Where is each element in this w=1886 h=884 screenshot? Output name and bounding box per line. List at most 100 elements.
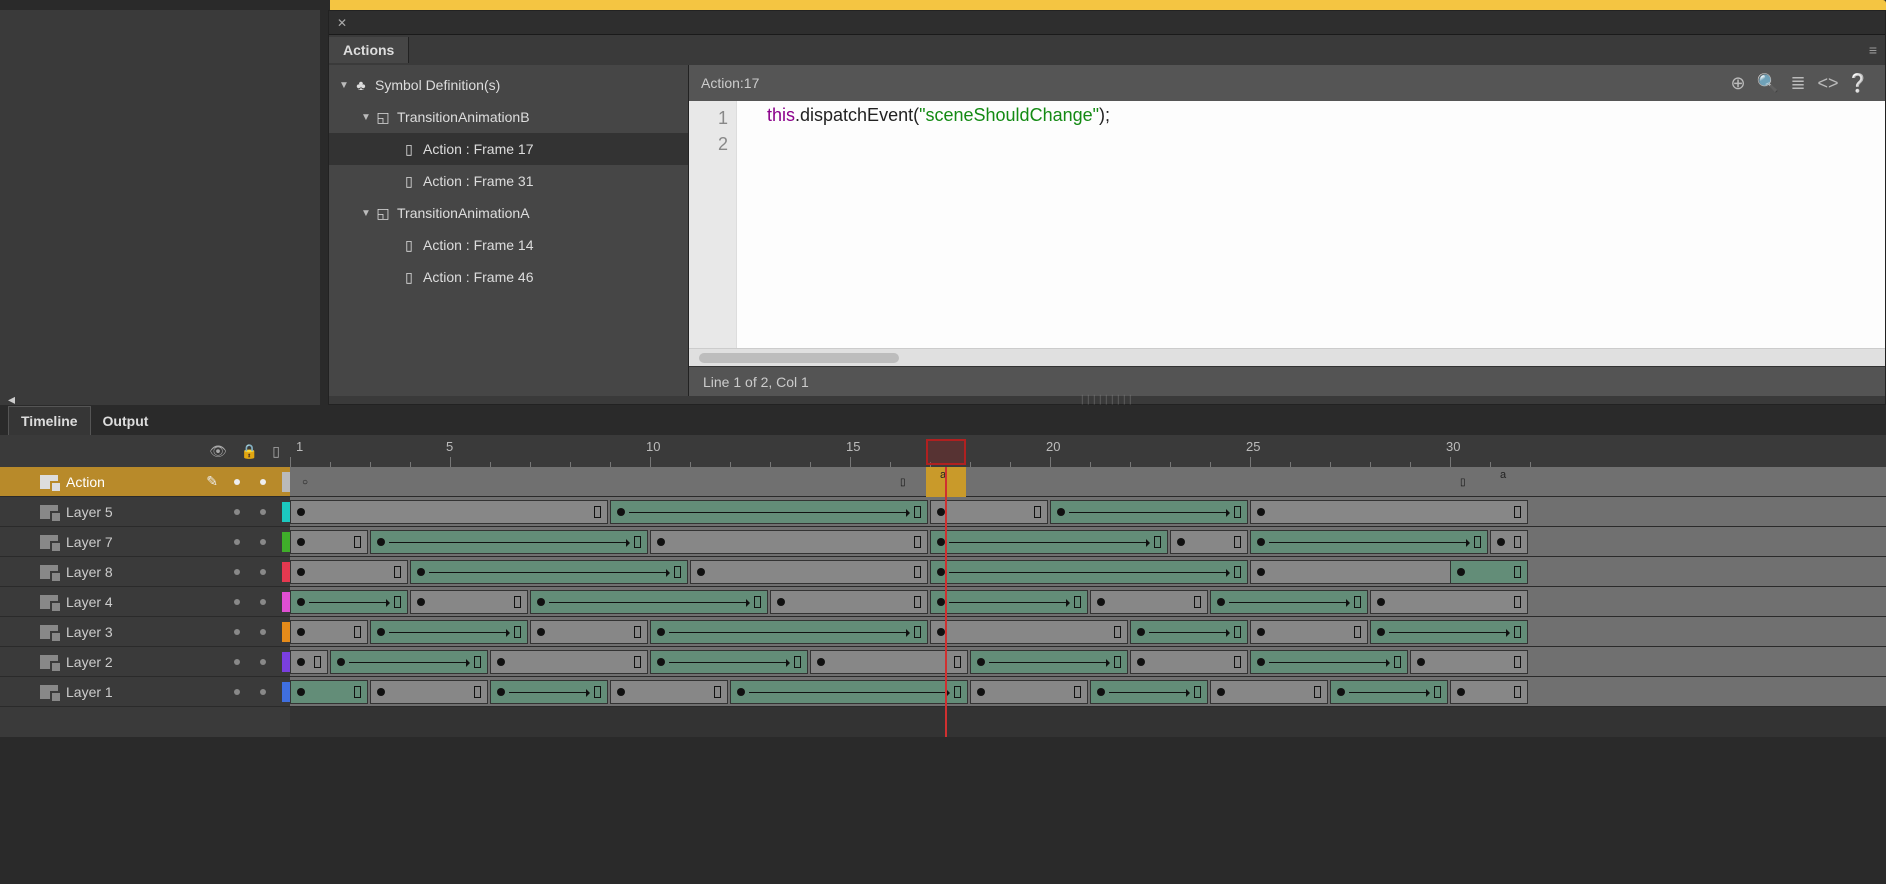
tween-span[interactable]: [1130, 650, 1248, 674]
layer-color-swatch[interactable]: [282, 502, 290, 522]
tween-span[interactable]: [290, 620, 368, 644]
tween-span[interactable]: [770, 590, 928, 614]
lock-dot[interactable]: [260, 479, 266, 485]
tween-span[interactable]: [530, 620, 648, 644]
layer-color-swatch[interactable]: [282, 622, 290, 642]
layer-row[interactable]: Layer 8: [0, 557, 290, 587]
search-icon[interactable]: 🔍: [1753, 73, 1783, 94]
code-editor[interactable]: 1 2 this.dispatchEvent("sceneShouldChang…: [689, 101, 1885, 348]
tween-span[interactable]: [650, 530, 928, 554]
track-row[interactable]: [290, 677, 1886, 707]
layer-color-swatch[interactable]: [282, 562, 290, 582]
tree-leaf-frame14[interactable]: ▯ Action : Frame 14: [329, 229, 688, 261]
visibility-dot[interactable]: [234, 539, 240, 545]
tween-span[interactable]: [970, 650, 1128, 674]
tween-span[interactable]: [1210, 590, 1368, 614]
track-row[interactable]: [290, 557, 1886, 587]
help-icon[interactable]: ❔: [1843, 73, 1873, 94]
tween-span[interactable]: [370, 680, 488, 704]
tween-span[interactable]: [930, 530, 1168, 554]
layer-row[interactable]: Layer 5: [0, 497, 290, 527]
visibility-dot[interactable]: [234, 659, 240, 665]
tab-timeline[interactable]: Timeline: [8, 406, 91, 435]
tree-leaf-frame17[interactable]: ▯ Action : Frame 17: [329, 133, 688, 165]
lock-dot[interactable]: [260, 689, 266, 695]
lock-dot[interactable]: [260, 659, 266, 665]
track-row[interactable]: [290, 497, 1886, 527]
tween-span[interactable]: [290, 530, 368, 554]
splitter-handle[interactable]: ◂: [8, 391, 20, 403]
layer-row[interactable]: Action ✎: [0, 467, 290, 497]
tween-span[interactable]: [530, 590, 768, 614]
tween-span[interactable]: [410, 590, 528, 614]
visibility-dot[interactable]: [234, 599, 240, 605]
visibility-dot[interactable]: [234, 629, 240, 635]
visibility-dot[interactable]: [234, 509, 240, 515]
layer-row[interactable]: Layer 2: [0, 647, 290, 677]
resize-grip[interactable]: │││││││││: [329, 396, 1885, 404]
tween-span[interactable]: [730, 680, 968, 704]
tween-span[interactable]: [1250, 620, 1368, 644]
tween-span[interactable]: [370, 620, 528, 644]
tween-span[interactable]: [610, 500, 928, 524]
lock-icon[interactable]: 🔒: [241, 443, 258, 460]
close-icon[interactable]: ✕: [337, 16, 347, 30]
visibility-dot[interactable]: [234, 569, 240, 575]
tween-span[interactable]: [490, 650, 648, 674]
tween-span[interactable]: [290, 590, 408, 614]
tween-span[interactable]: [370, 530, 648, 554]
tween-span[interactable]: [410, 560, 688, 584]
tween-span[interactable]: [290, 680, 368, 704]
tween-span[interactable]: [690, 560, 928, 584]
tween-span[interactable]: [1450, 680, 1528, 704]
tree-leaf-frame31[interactable]: ▯ Action : Frame 31: [329, 165, 688, 197]
track-row[interactable]: [290, 617, 1886, 647]
tween-span[interactable]: [1210, 680, 1328, 704]
layer-color-swatch[interactable]: [282, 472, 290, 492]
lock-dot[interactable]: [260, 629, 266, 635]
tween-span[interactable]: [1090, 590, 1208, 614]
code-text[interactable]: this.dispatchEvent("sceneShouldChange");: [737, 101, 1885, 348]
tween-span[interactable]: [970, 680, 1088, 704]
lock-dot[interactable]: [260, 599, 266, 605]
target-icon[interactable]: ⊕: [1723, 73, 1753, 94]
tween-span[interactable]: [930, 560, 1248, 584]
tween-span[interactable]: [330, 650, 488, 674]
tween-span[interactable]: [1370, 590, 1528, 614]
tween-span[interactable]: [930, 590, 1088, 614]
tween-span[interactable]: [1450, 560, 1528, 584]
track-row[interactable]: [290, 527, 1886, 557]
tween-span[interactable]: [290, 500, 608, 524]
tween-span[interactable]: [650, 620, 928, 644]
playhead[interactable]: [945, 467, 947, 737]
snippets-icon[interactable]: <>: [1813, 73, 1843, 94]
tween-span[interactable]: [1490, 530, 1528, 554]
visibility-icon[interactable]: 👁: [209, 443, 227, 460]
tween-span[interactable]: [1410, 650, 1528, 674]
tab-output[interactable]: Output: [91, 407, 161, 435]
tween-span[interactable]: [930, 500, 1048, 524]
tween-span[interactable]: [610, 680, 728, 704]
lock-dot[interactable]: [260, 509, 266, 515]
layer-row[interactable]: Layer 1: [0, 677, 290, 707]
layer-row[interactable]: Layer 3: [0, 617, 290, 647]
lock-dot[interactable]: [260, 569, 266, 575]
tree-node-animation-b[interactable]: ▼ ◱ TransitionAnimationB: [329, 101, 688, 133]
track-row[interactable]: ○▯a▯a: [290, 467, 1886, 497]
tween-span[interactable]: [930, 620, 1128, 644]
visibility-dot[interactable]: [234, 689, 240, 695]
tween-span[interactable]: [1250, 500, 1528, 524]
tween-span[interactable]: [1090, 680, 1208, 704]
horizontal-scrollbar[interactable]: [689, 348, 1885, 366]
tween-span[interactable]: [650, 650, 808, 674]
format-icon[interactable]: ≣: [1783, 73, 1813, 94]
tab-actions[interactable]: Actions: [329, 37, 409, 63]
panel-menu-icon[interactable]: ≡: [1869, 42, 1877, 58]
tween-span[interactable]: [1330, 680, 1448, 704]
tween-span[interactable]: [1250, 650, 1408, 674]
tween-span[interactable]: [1130, 620, 1248, 644]
track-row[interactable]: [290, 647, 1886, 677]
tween-span[interactable]: [1250, 530, 1488, 554]
layer-color-swatch[interactable]: [282, 532, 290, 552]
tween-span[interactable]: [290, 650, 328, 674]
